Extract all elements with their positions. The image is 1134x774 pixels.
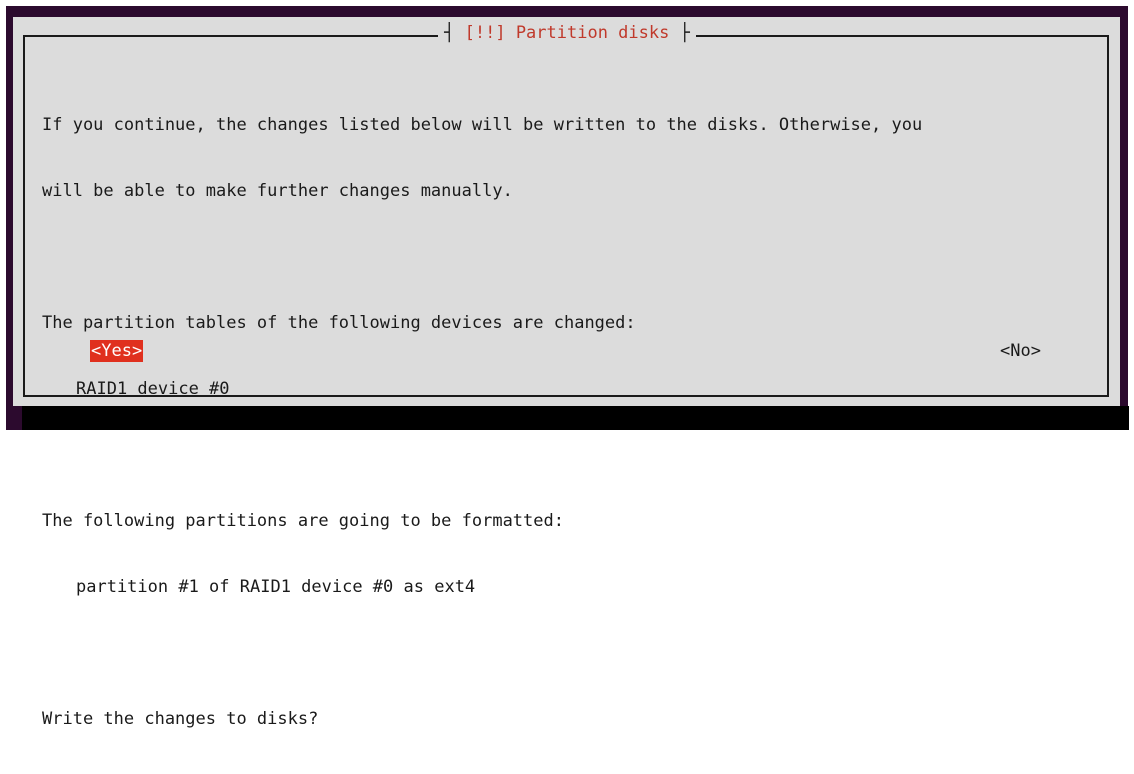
format-item: partition #1 of RAID1 device #0 as ext4 [76, 577, 476, 597]
dialog-body: If you continue, the changes listed belo… [42, 70, 1102, 774]
intro-line-1: If you continue, the changes listed belo… [42, 115, 923, 135]
yes-button[interactable]: <Yes> [90, 340, 144, 362]
screenshot-border-left [0, 0, 6, 436]
screenshot-border-top [0, 0, 1134, 6]
screen: ┤ [!!] Partition disks ├ If you continue… [0, 0, 1134, 729]
format-heading: The following partitions are going to be… [42, 511, 564, 531]
no-button[interactable]: <No> [1000, 340, 1041, 362]
question-text: Write the changes to disks? [42, 709, 319, 729]
tables-heading: The partition tables of the following de… [42, 313, 636, 333]
screenshot-border-right [1128, 0, 1134, 436]
intro-line-2: will be able to make further changes man… [42, 181, 513, 201]
tables-item: RAID1 device #0 [76, 379, 230, 399]
